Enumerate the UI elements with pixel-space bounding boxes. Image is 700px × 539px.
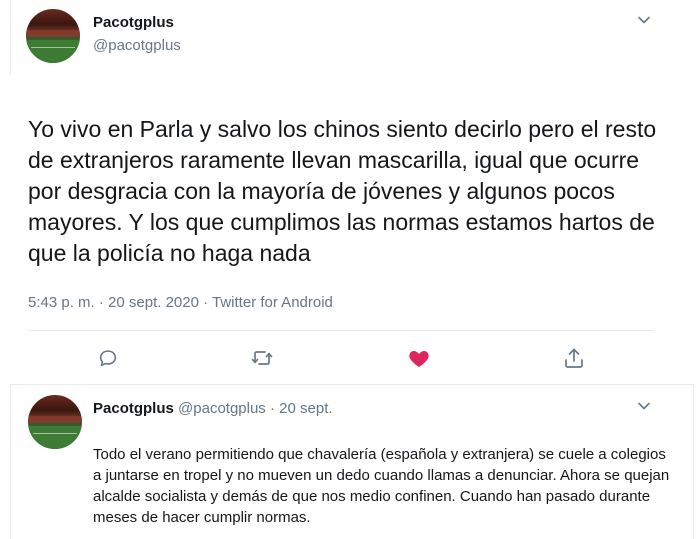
reply-author-name[interactable]: Pacotgplus	[93, 400, 174, 417]
reply-avatar[interactable]	[28, 395, 82, 449]
reply-author-handle[interactable]: @pacotgplus	[178, 400, 266, 417]
author-name[interactable]: Pacotgplus	[93, 14, 174, 31]
retweet-icon	[251, 351, 273, 365]
avatar[interactable]	[26, 9, 80, 63]
chevron-down-icon[interactable]	[636, 398, 652, 414]
divider	[28, 330, 654, 331]
retweet-button[interactable]	[250, 346, 274, 370]
reply-separator: ·	[265, 400, 280, 417]
share-button[interactable]	[562, 346, 586, 370]
like-icon	[409, 351, 429, 367]
share-icon	[565, 348, 583, 368]
tweet-meta[interactable]: 5:43 p. m. · 20 sept. 2020 · Twitter for…	[28, 294, 333, 311]
author-handle[interactable]: @pacotgplus	[93, 37, 181, 54]
thread-border-right	[693, 384, 694, 539]
reply-date[interactable]: 20 sept.	[279, 400, 332, 417]
reply-icon	[99, 350, 117, 367]
like-button[interactable]	[407, 346, 431, 370]
reply-text: Todo el verano permitiendo que chavalerí…	[93, 446, 670, 526]
reply-header: Pacotgplus @pacotgplus · 20 sept.	[93, 400, 333, 417]
thread-border-left	[10, 384, 11, 539]
chevron-down-icon[interactable]	[636, 12, 652, 28]
divider	[10, 384, 694, 385]
reply-button[interactable]	[96, 346, 120, 370]
tweet-text: Yo vivo en Parla y salvo los chinos sien…	[28, 116, 657, 266]
thread-border-top	[10, 0, 11, 75]
